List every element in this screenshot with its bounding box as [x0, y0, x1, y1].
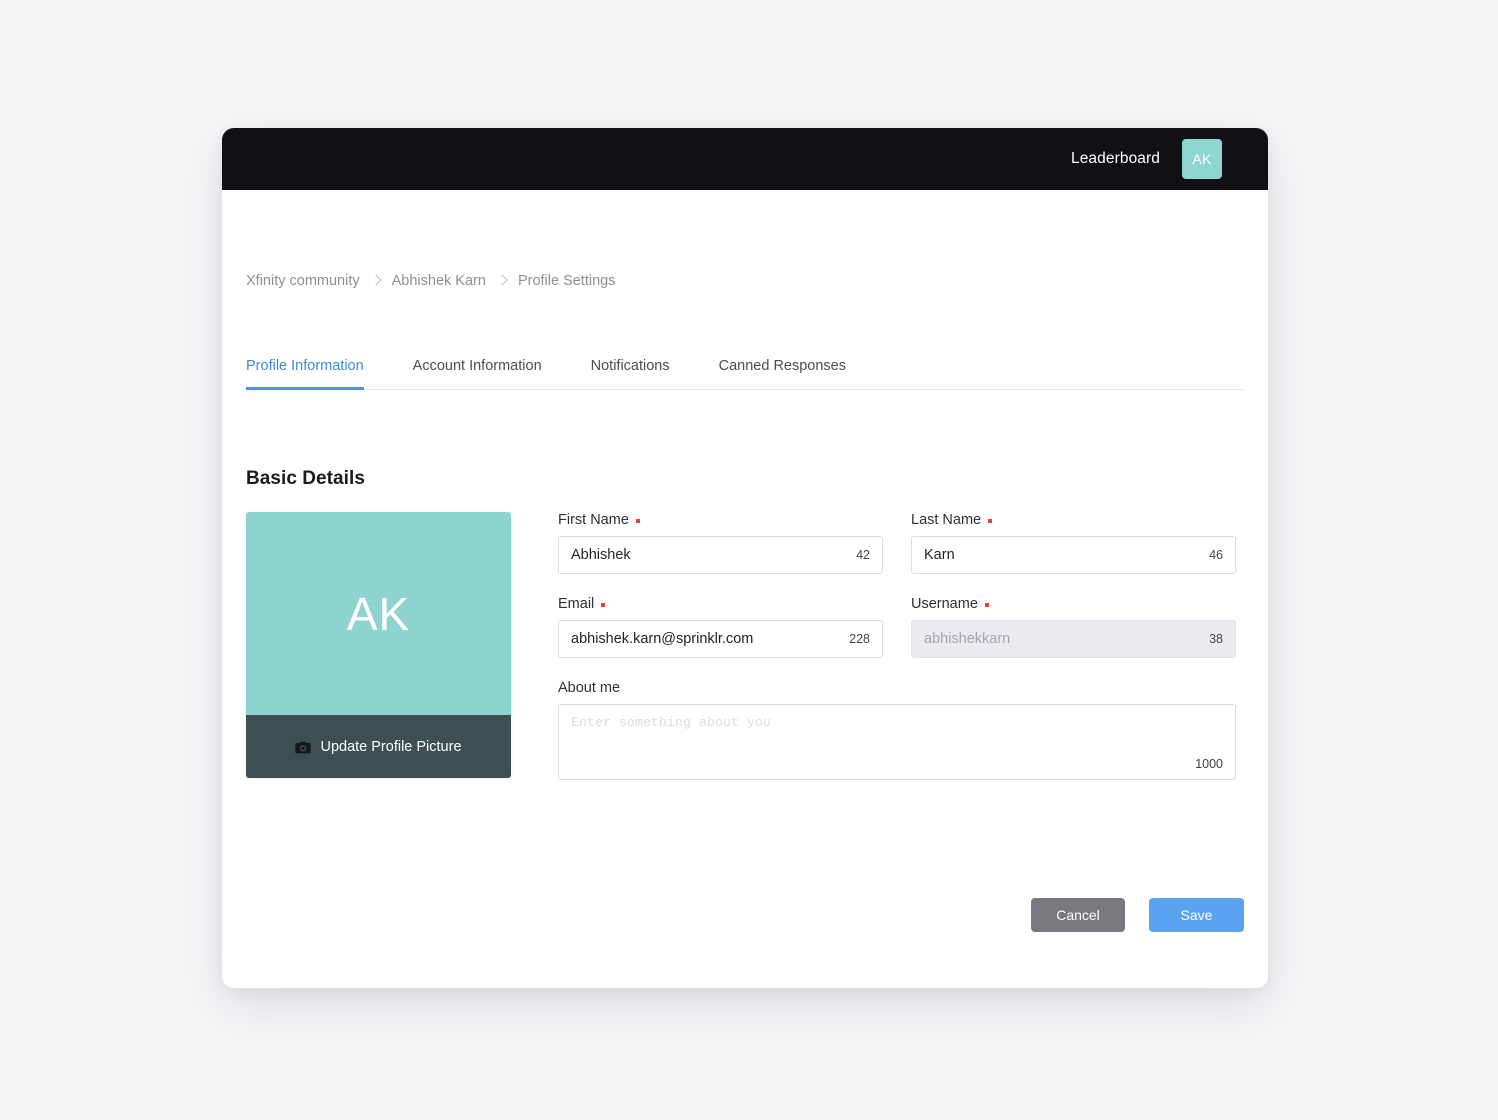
first-name-value: Abhishek [571, 547, 631, 563]
breadcrumb: Xfinity community Abhishek Karn Profile … [246, 190, 1244, 289]
breadcrumb-item-profile-settings: Profile Settings [517, 273, 616, 289]
breadcrumb-item-community[interactable]: Xfinity community [246, 273, 360, 289]
username-counter: 38 [1209, 632, 1223, 646]
chevron-right-icon [496, 274, 508, 286]
field-username: Username abhishekkarn 38 [911, 596, 1236, 658]
chevron-right-icon [369, 274, 382, 286]
email-value: abhishek.karn@sprinklr.com [571, 631, 754, 647]
required-marker-icon [988, 519, 993, 523]
page-body: Xfinity community Abhishek Karn Profile … [222, 190, 1268, 932]
update-profile-picture-button[interactable]: Update Profile Picture [246, 715, 511, 778]
last-name-label-text: Last Name [911, 512, 982, 528]
last-name-value: Karn [924, 547, 955, 563]
username-label: Username [911, 596, 1236, 612]
tab-account-information[interactable]: Account Information [413, 358, 542, 390]
avatar[interactable]: AK [1182, 139, 1222, 179]
field-first-name: First Name Abhishek 42 [558, 512, 883, 574]
email-counter: 228 [849, 632, 870, 646]
last-name-label: Last Name [911, 512, 1236, 528]
about-me-placeholder: Enter something about you [571, 715, 772, 730]
leaderboard-link[interactable]: Leaderboard [1071, 150, 1160, 168]
app-card: Leaderboard AK Xfinity community Abhishe… [222, 128, 1268, 988]
about-me-label-text: About me [558, 680, 621, 696]
update-profile-picture-label: Update Profile Picture [320, 738, 462, 755]
first-name-counter: 42 [856, 548, 870, 562]
profile-initials: AK [346, 587, 411, 640]
field-about-me: About me Enter something about you 1000 [558, 680, 1236, 780]
username-input: abhishekkarn 38 [911, 620, 1236, 658]
save-button[interactable]: Save [1149, 898, 1244, 932]
top-bar: Leaderboard AK [222, 128, 1268, 190]
tab-notifications[interactable]: Notifications [591, 358, 670, 390]
required-marker-icon [601, 603, 606, 607]
tab-bar: Profile Information Account Information … [246, 348, 1244, 390]
profile-picture-card: AK Update Profile Picture [246, 512, 511, 778]
tab-profile-information[interactable]: Profile Information [246, 358, 364, 390]
email-label: Email [558, 596, 883, 612]
username-value: abhishekkarn [924, 631, 1011, 647]
page-title: Basic Details [246, 468, 365, 489]
last-name-counter: 46 [1209, 548, 1223, 562]
first-name-label: First Name [558, 512, 883, 528]
camera-icon [295, 741, 312, 754]
about-me-textarea[interactable]: Enter something about you 1000 [558, 704, 1236, 780]
form-fields: First Name Abhishek 42 Last Name Karn 46… [558, 512, 1244, 802]
required-marker-icon [635, 519, 640, 523]
about-me-counter: 1000 [1195, 757, 1223, 771]
username-label-text: Username [911, 596, 978, 612]
breadcrumb-item-user[interactable]: Abhishek Karn [392, 273, 486, 289]
first-name-label-text: First Name [558, 512, 629, 528]
last-name-input[interactable]: Karn 46 [911, 536, 1236, 574]
profile-picture-preview: AK [246, 512, 511, 715]
form-actions: Cancel Save [246, 898, 1244, 932]
cancel-button[interactable]: Cancel [1031, 898, 1125, 932]
basic-details-form: AK Update Profile Picture First Name Abh… [246, 512, 1244, 802]
tab-canned-responses[interactable]: Canned Responses [719, 358, 846, 390]
email-label-text: Email [558, 596, 595, 612]
field-last-name: Last Name Karn 46 [911, 512, 1236, 574]
required-marker-icon [984, 603, 989, 607]
about-me-label: About me [558, 680, 1236, 696]
email-field[interactable]: abhishek.karn@sprinklr.com 228 [558, 620, 883, 658]
field-email: Email abhishek.karn@sprinklr.com 228 [558, 596, 883, 658]
first-name-input[interactable]: Abhishek 42 [558, 536, 883, 574]
